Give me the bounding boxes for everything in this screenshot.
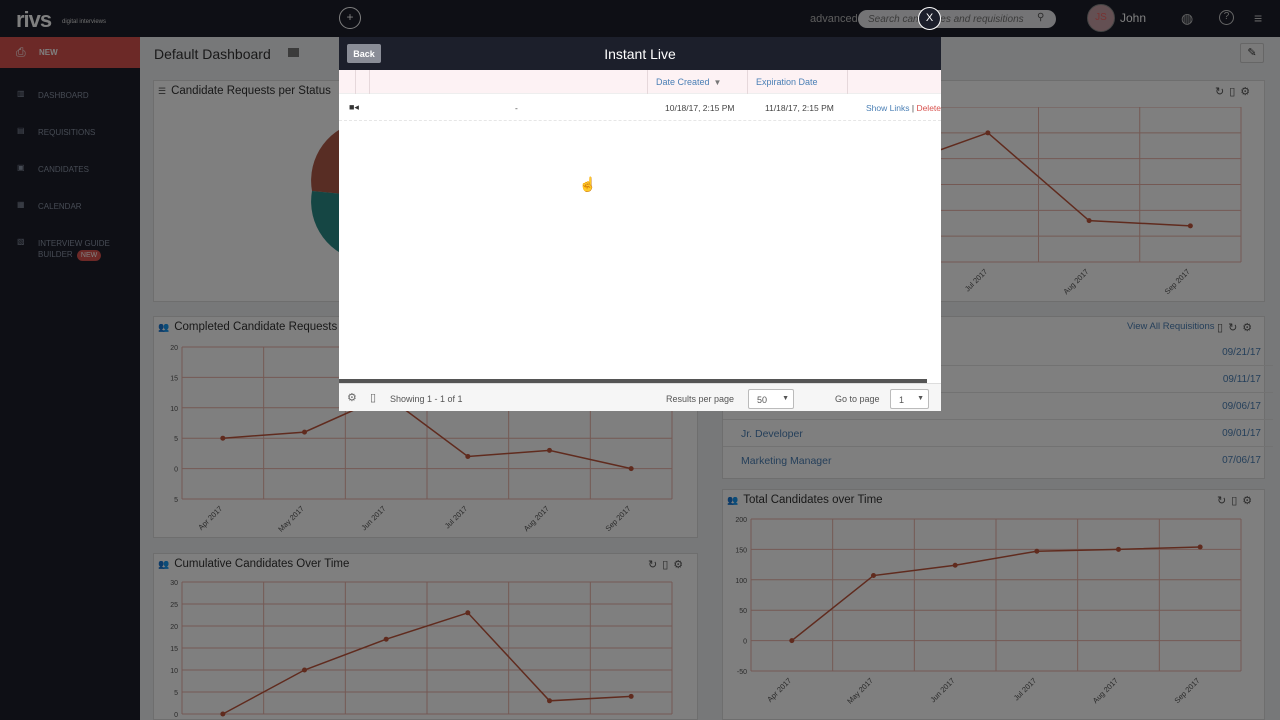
modal-header: Instant Live Back — [339, 37, 941, 70]
go-to-page-select[interactable]: 1 ▼ — [890, 389, 929, 409]
show-links-link[interactable]: Show Links — [866, 103, 909, 113]
chevron-down-icon: ▼ — [917, 395, 924, 402]
back-button[interactable]: Back — [347, 44, 381, 63]
row-dash: - — [515, 103, 518, 113]
row-expiration-date: 11/18/17, 2:15 PM — [765, 103, 834, 113]
export-icon[interactable]: ▯ — [370, 391, 376, 404]
separator: | — [911, 103, 915, 113]
close-button[interactable]: X — [918, 7, 941, 30]
table-header: Date Created ▼ Expiration Date — [339, 70, 941, 94]
row-actions: Show Links | Delete — [866, 103, 941, 113]
chevron-down-icon: ▼ — [782, 395, 789, 402]
column-header — [355, 70, 369, 94]
results-per-page-select[interactable]: 50 ▼ — [748, 389, 794, 409]
sort-down-icon[interactable]: ▼ — [714, 78, 722, 87]
column-header — [369, 70, 383, 94]
column-header — [847, 70, 941, 94]
hand-cursor-icon: ☝ — [579, 176, 597, 192]
showing-count: Showing 1 - 1 of 1 — [390, 394, 463, 404]
modal-title: Instant Live — [604, 46, 676, 62]
row-date-created: 10/18/17, 2:15 PM — [665, 103, 735, 113]
table-footer: ⚙ ▯ Showing 1 - 1 of 1 Results per page … — [339, 383, 941, 411]
delete-link[interactable]: Delete — [916, 103, 941, 113]
table-row[interactable]: ■◂ - 10/18/17, 2:15 PM 11/18/17, 2:15 PM… — [339, 95, 941, 121]
video-camera-icon: ■◂ — [349, 102, 359, 112]
instant-live-modal: Instant Live Back Date Created ▼ Expirati… — [339, 37, 941, 411]
gear-icon[interactable]: ⚙ — [347, 391, 357, 404]
column-date-created[interactable]: Date Created ▼ — [647, 70, 747, 94]
results-per-page-label: Results per page — [666, 394, 735, 404]
go-to-page-label: Go to page — [835, 394, 880, 404]
column-expiration-date[interactable]: Expiration Date — [747, 70, 847, 94]
